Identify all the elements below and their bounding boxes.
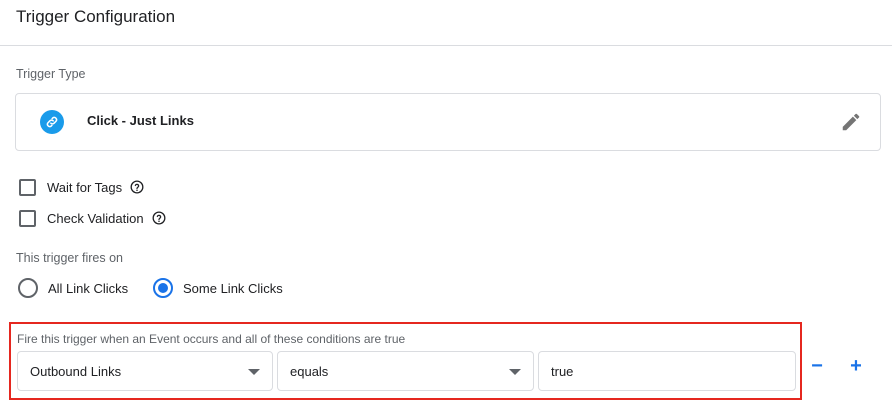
all-link-clicks-radio[interactable] — [18, 278, 38, 298]
condition-value-text: true — [551, 363, 574, 379]
wait-for-tags-option[interactable]: Wait for Tags — [19, 177, 144, 197]
trigger-type-card[interactable]: Click - Just Links — [15, 93, 881, 151]
wait-for-tags-label: Wait for Tags — [47, 179, 123, 195]
edit-pencil-icon[interactable] — [840, 111, 862, 133]
some-link-clicks-option[interactable]: Some Link Clicks — [153, 276, 283, 300]
trigger-type-label: Trigger Type — [16, 67, 86, 81]
help-icon[interactable] — [152, 211, 166, 225]
trigger-type-name: Click - Just Links — [87, 113, 194, 128]
variable-select[interactable]: Outbound Links — [17, 351, 273, 391]
some-link-clicks-radio[interactable] — [153, 278, 173, 298]
conditions-highlight-box: Fire this trigger when an Event occurs a… — [9, 322, 802, 400]
fires-on-label: This trigger fires on — [16, 251, 123, 265]
help-icon[interactable] — [130, 180, 144, 194]
minus-icon: − — [811, 354, 823, 377]
check-validation-option[interactable]: Check Validation — [19, 208, 166, 228]
all-link-clicks-label: All Link Clicks — [48, 280, 129, 296]
check-validation-label: Check Validation — [47, 210, 144, 226]
operator-select-value: equals — [290, 363, 329, 379]
dropdown-arrow-icon — [509, 369, 521, 375]
link-icon — [40, 110, 64, 134]
check-validation-checkbox[interactable] — [19, 209, 36, 227]
some-link-clicks-label: Some Link Clicks — [183, 280, 283, 296]
operator-select[interactable]: equals — [277, 351, 534, 391]
conditions-label: Fire this trigger when an Event occurs a… — [17, 332, 406, 346]
page-title: Trigger Configuration — [16, 7, 176, 26]
add-condition-button[interactable]: + — [844, 354, 868, 378]
all-link-clicks-option[interactable]: All Link Clicks — [18, 276, 128, 300]
plus-icon: + — [850, 354, 862, 377]
remove-condition-button[interactable]: − — [805, 354, 829, 378]
wait-for-tags-checkbox[interactable] — [19, 178, 36, 196]
variable-select-value: Outbound Links — [30, 363, 122, 379]
dropdown-arrow-icon — [248, 369, 260, 375]
condition-value-input[interactable]: true — [538, 351, 796, 391]
page-header: Trigger Configuration — [0, 0, 892, 46]
